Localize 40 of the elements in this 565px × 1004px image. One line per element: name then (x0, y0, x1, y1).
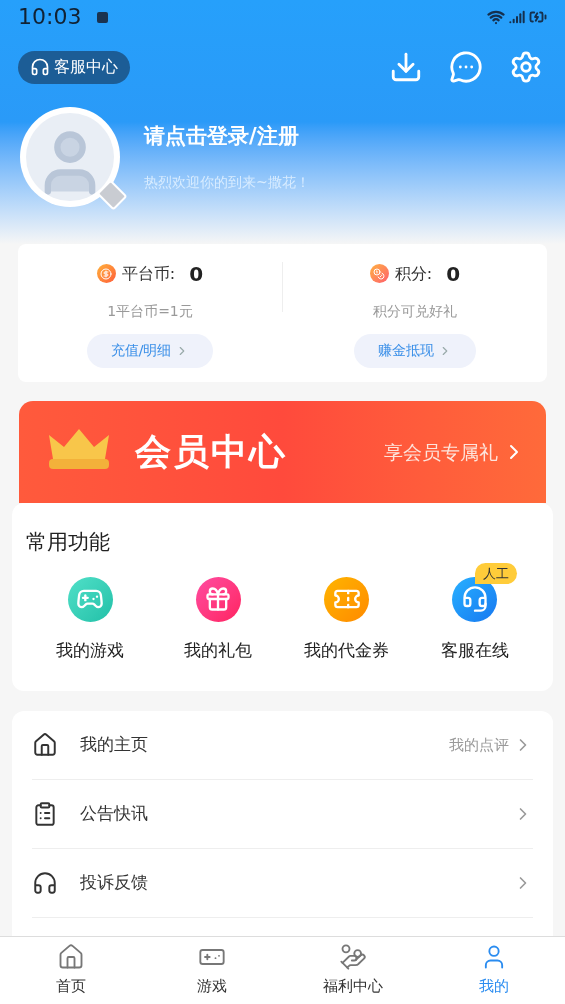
welcome-text: 热烈欢迎你的到来~撒花！ (144, 173, 310, 193)
tab[interactable]: 游戏 (141, 937, 283, 1004)
gamepad-icon[interactable] (67, 576, 113, 622)
function-label[interactable]: 我的礼包 (184, 637, 253, 663)
headphones-icon (32, 870, 58, 896)
headphones-icon (30, 57, 50, 77)
menu-label: 投诉反馈 (80, 871, 148, 895)
settings-icon[interactable] (509, 50, 543, 84)
tab[interactable]: 我的 (423, 937, 565, 1004)
balance-label: 平台币: (121, 262, 176, 285)
tab[interactable]: 首页 (0, 937, 142, 1004)
status-time: 10:03 (18, 6, 82, 28)
function-label[interactable]: 我的代金券 (304, 637, 390, 663)
balance-label: 积分: (394, 262, 433, 285)
menu-row[interactable]: 我的主页 我的点评 (32, 711, 533, 780)
coins-icon (369, 264, 389, 283)
balance-value: 0 (446, 260, 461, 288)
menu-label: 我的主页 (80, 733, 148, 757)
gift-icon[interactable] (195, 576, 241, 622)
clipboard-icon (32, 801, 58, 827)
function-label[interactable]: 我的游戏 (56, 637, 125, 663)
balance-note: 积分可兑好礼 (373, 301, 457, 321)
menu-row[interactable]: 投诉反馈 (32, 849, 533, 918)
house-icon (32, 732, 58, 758)
tab[interactable]: 福利中心 (282, 937, 424, 1004)
balance-note: 1平台币=1元 (107, 301, 193, 321)
section-title: 常用功能 (26, 529, 111, 556)
menu-label: 公告快讯 (80, 802, 148, 826)
menu-row[interactable]: 公告快讯 (32, 780, 533, 849)
vip-title: 会员中心 (135, 430, 287, 474)
badge: 人工 (475, 562, 517, 584)
menu-extra: 我的点评 (449, 734, 509, 756)
message-icon[interactable] (449, 50, 483, 84)
customer-service-button[interactable]: 客服中心 (18, 50, 130, 84)
balance-value: 0 (189, 260, 204, 288)
download-icon[interactable] (389, 50, 423, 84)
signal-icon (509, 9, 525, 25)
function-label[interactable]: 客服在线 (440, 637, 509, 663)
wifi-icon (487, 8, 505, 26)
ticket-icon[interactable] (324, 576, 370, 622)
